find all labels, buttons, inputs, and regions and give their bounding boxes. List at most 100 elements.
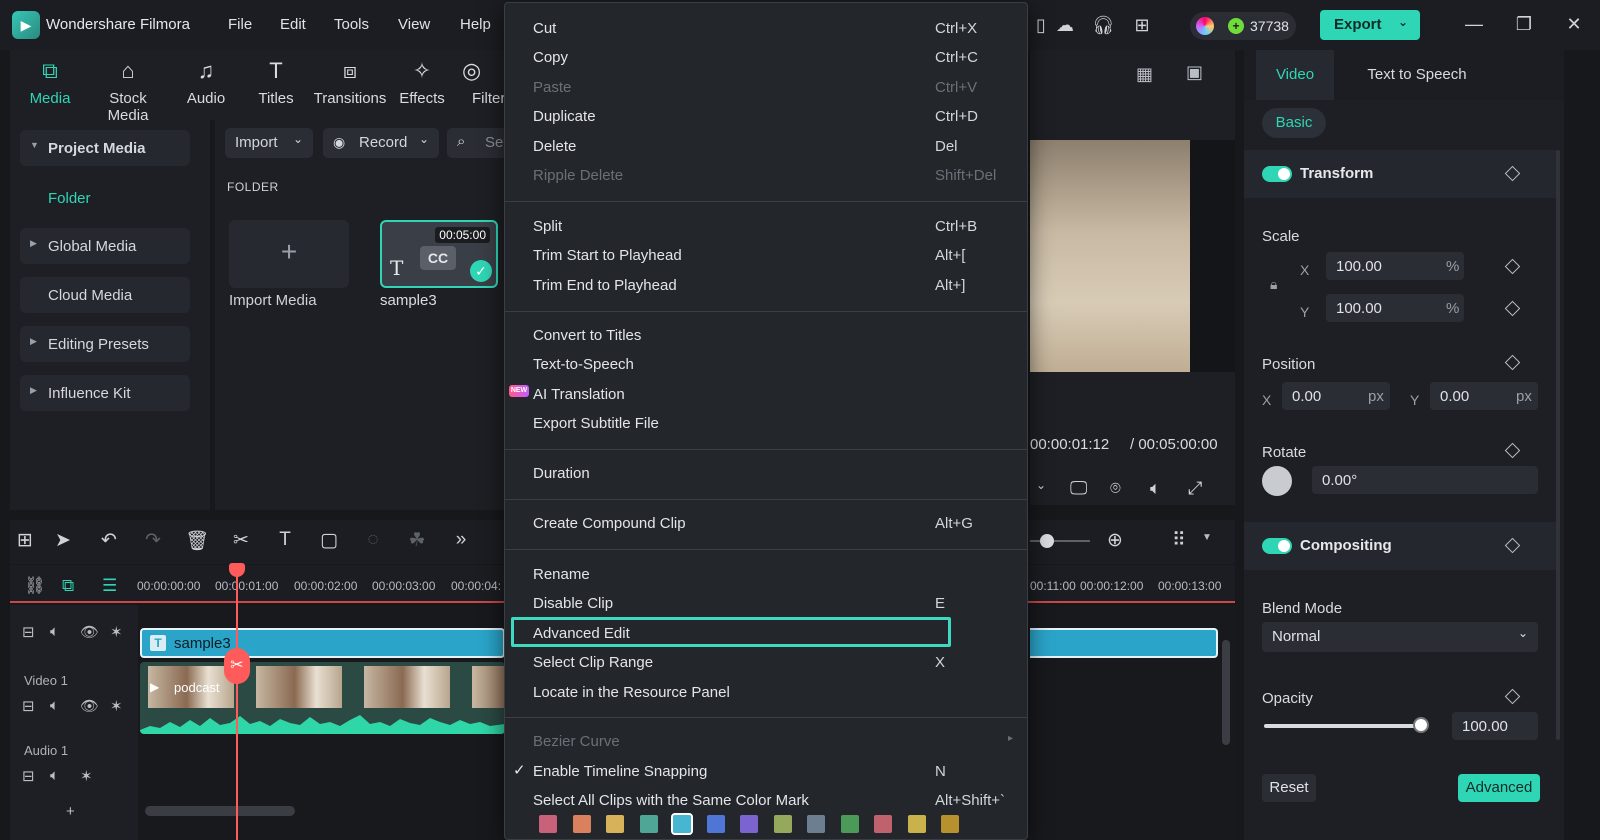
scissors-icon[interactable]: ✂ <box>228 529 254 552</box>
menu-item-advanced-edit[interactable]: Advanced Edit <box>533 621 1003 647</box>
timeline-video-clip[interactable]: ▶ podcast <box>140 662 505 734</box>
menu-item-duplicate[interactable]: Duplicate Ctrl+D <box>533 104 1003 130</box>
chevron-down-icon[interactable]: ⌄ <box>1036 478 1046 492</box>
transform-section-header[interactable]: Transform <box>1244 150 1556 198</box>
sidebar-item-cloud-media[interactable]: Cloud Media <box>20 277 190 313</box>
color-mark-swatch[interactable] <box>606 815 624 833</box>
keyframe-icon[interactable] <box>1504 537 1521 554</box>
lock-icon[interactable]: ⊟ <box>22 697 35 715</box>
menu-item-rename[interactable]: Rename <box>533 562 1003 588</box>
color-mark-swatch[interactable] <box>874 815 892 833</box>
ai-tool-icon[interactable]: ◌ <box>360 529 386 551</box>
eye-icon[interactable]: 👁︎ <box>80 623 99 641</box>
redo-icon[interactable]: ↷ <box>140 529 166 552</box>
tab-titles[interactable]: T Titles <box>236 58 316 107</box>
apps-grid-icon[interactable]: ⊞ <box>1131 14 1153 36</box>
image-icon[interactable]: ▣ <box>1186 62 1203 83</box>
select-tool-icon[interactable]: ➤ <box>50 529 76 552</box>
split-at-playhead-icon[interactable]: ✂ <box>224 648 250 684</box>
menu-item-cut[interactable]: Cut Ctrl+X <box>533 16 1003 42</box>
opacity-field[interactable]: 100.00 <box>1452 712 1538 740</box>
file-icon[interactable]: ▯ <box>1030 14 1052 36</box>
tab-stock-media[interactable]: ⌂ Stock Media <box>88 58 168 124</box>
menu-view[interactable]: View <box>398 16 430 33</box>
timeline-title-clip[interactable]: T sample3 <box>140 628 505 658</box>
color-mark-swatch[interactable] <box>706 815 725 833</box>
effect-toggle-icon[interactable]: ✶ <box>80 767 93 785</box>
layout-icon[interactable]: ⊞ <box>12 529 38 552</box>
volume-icon[interactable]: 🔈︎ <box>50 623 59 640</box>
menu-item-trim-start[interactable]: Trim Start to Playhead Alt+[ <box>533 243 1003 269</box>
cloud-upload-icon[interactable]: ☁ <box>1054 14 1076 36</box>
color-mark-swatch[interactable] <box>572 815 591 833</box>
menu-help[interactable]: Help <box>460 16 491 33</box>
tab-text-to-speech[interactable]: Text to Speech <box>1352 50 1482 100</box>
menu-tools[interactable]: Tools <box>334 16 369 33</box>
menu-item-select-clip-range[interactable]: Select Clip Range X <box>533 650 1003 676</box>
opacity-slider-knob[interactable] <box>1413 717 1429 733</box>
menu-item-enable-snapping[interactable]: Enable Timeline Snapping N <box>533 759 1003 785</box>
credits-badge[interactable]: + 37738 <box>1190 12 1296 40</box>
menu-item-locate-resource[interactable]: Locate in the Resource Panel <box>533 680 1003 706</box>
menu-item-convert-to-titles[interactable]: Convert to Titles <box>533 323 1003 349</box>
lock-icon[interactable]: ⊟ <box>22 767 35 785</box>
playhead-line[interactable] <box>236 565 238 840</box>
search-input[interactable]: ⌕ Se <box>447 128 507 158</box>
menu-item-disable-clip[interactable]: Disable Clip E <box>533 591 1003 617</box>
color-mark-swatch[interactable] <box>840 815 859 833</box>
close-icon[interactable]: ✕ <box>1562 14 1586 35</box>
export-button[interactable]: Export ⌄ <box>1320 10 1420 40</box>
tab-basic[interactable]: Basic <box>1262 108 1326 138</box>
color-mark-swatch[interactable] <box>907 815 926 833</box>
vertical-scrollbar[interactable] <box>1222 640 1230 745</box>
menu-item-trim-end[interactable]: Trim End to Playhead Alt+] <box>533 273 1003 299</box>
tab-video[interactable]: Video <box>1256 50 1334 100</box>
color-mark-swatch[interactable] <box>807 815 825 833</box>
menu-item-duration[interactable]: Duration <box>533 461 1003 487</box>
position-y-field[interactable]: 0.00 px <box>1430 382 1538 410</box>
import-media-tile[interactable]: + <box>229 220 349 288</box>
sidebar-item-global-media[interactable]: ▶ Global Media <box>20 228 190 264</box>
timeline-title-clip-tail[interactable] <box>1030 628 1218 658</box>
position-x-field[interactable]: 0.00 px <box>1282 382 1390 410</box>
menu-item-paste[interactable]: Paste Ctrl+V <box>533 75 1003 101</box>
scale-x-field[interactable]: 100.00 % <box>1326 252 1464 280</box>
tab-media[interactable]: ⧉ Media <box>10 58 90 107</box>
menu-item-create-compound-clip[interactable]: Create Compound Clip Alt+G <box>533 511 1003 537</box>
color-mark-swatch[interactable] <box>941 815 959 833</box>
import-dropdown[interactable]: Import ⌄ <box>225 128 313 158</box>
text-tool-icon[interactable]: T <box>272 529 298 551</box>
add-track-icon[interactable]: + <box>66 803 75 820</box>
tab-transitions[interactable]: ⧈ Transitions <box>310 58 390 107</box>
menu-item-delete[interactable]: Delete Del <box>533 134 1003 160</box>
color-mark-swatch[interactable] <box>740 815 758 833</box>
preview-video-frame[interactable] <box>1030 140 1190 372</box>
color-mark-swatch[interactable] <box>539 815 557 833</box>
lock-ratio-icon[interactable]: 🔒︎ <box>1270 276 1277 293</box>
crop-icon[interactable]: ▢ <box>316 529 342 552</box>
undo-icon[interactable]: ↶ <box>96 529 122 552</box>
headset-icon[interactable]: 🎧︎ <box>1092 14 1115 36</box>
volume-icon[interactable]: 🔈︎ <box>50 697 59 714</box>
sidebar-item-project-media[interactable]: ▼ Project Media <box>20 130 190 166</box>
track-settings-icon[interactable]: ⠿ <box>1166 529 1192 552</box>
transform-toggle[interactable] <box>1262 166 1292 182</box>
rotate-field[interactable]: 0.00° <box>1312 466 1538 494</box>
monitor-icon[interactable]: 🖵︎ <box>1070 478 1087 499</box>
horizontal-scrollbar[interactable] <box>145 806 295 816</box>
color-icon[interactable]: ☘ <box>404 529 430 552</box>
user-avatar[interactable] <box>1196 17 1214 35</box>
grid-view-icon[interactable]: ▦ <box>1136 64 1153 85</box>
compositing-section-header[interactable]: Compositing <box>1244 522 1556 570</box>
menu-item-split[interactable]: Split Ctrl+B <box>533 214 1003 240</box>
color-mark-swatch[interactable] <box>671 813 693 835</box>
tab-effects[interactable]: ✧ Effects <box>382 58 462 107</box>
delete-icon[interactable]: 🗑︎ <box>184 529 210 553</box>
color-mark-swatch[interactable] <box>639 815 658 833</box>
more-icon[interactable]: » <box>448 529 474 551</box>
menu-item-export-subtitle[interactable]: Export Subtitle File <box>533 411 1003 437</box>
menu-item-text-to-speech[interactable]: Text-to-Speech <box>533 352 1003 378</box>
zoom-slider[interactable] <box>1030 540 1090 542</box>
menu-edit[interactable]: Edit <box>280 16 306 33</box>
minimize-icon[interactable]: — <box>1462 14 1486 35</box>
